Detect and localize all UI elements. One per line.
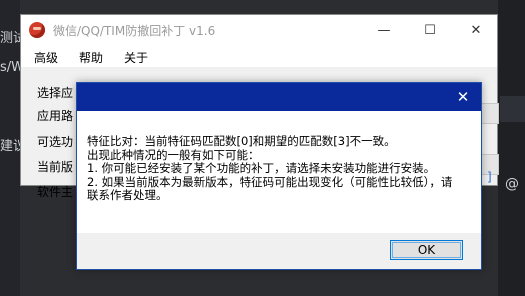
dialog-message: 特征比对：当前特征码匹配数[0]和期望的匹配数[3]不一致。 出现此种情况的一般… bbox=[87, 134, 453, 202]
app-logo-icon bbox=[29, 22, 45, 38]
maximize-button[interactable]: ☐ bbox=[407, 15, 453, 45]
row-label-current-version: 当前版 bbox=[37, 160, 74, 174]
row-label-optional-features: 可选功 bbox=[37, 135, 74, 149]
background-right-panel bbox=[500, 96, 525, 122]
background-text-3: 建议 bbox=[0, 139, 20, 154]
window-title: 微信/QQ/TIM防撤回补丁 v1.6 bbox=[53, 24, 216, 38]
close-button[interactable]: ✕ bbox=[453, 15, 499, 45]
row-label-homepage: 软件主 bbox=[37, 185, 74, 199]
menu-bar: 高级 帮助 关于 bbox=[21, 45, 497, 67]
title-bar: 微信/QQ/TIM防撤回补丁 v1.6 — ☐ ✕ bbox=[21, 15, 497, 45]
row-label-app-path: 应用路 bbox=[37, 109, 74, 123]
minimize-button[interactable]: — bbox=[361, 15, 407, 45]
dialog-title-bar: ✕ bbox=[77, 83, 481, 111]
dialog-body: 特征比对：当前特征码匹配数[0]和期望的匹配数[3]不一致。 出现此种情况的一般… bbox=[77, 111, 481, 235]
background-app-right bbox=[498, 0, 525, 296]
background-text-1: 测试 bbox=[0, 31, 20, 46]
row-label-select-app: 选择应 bbox=[37, 86, 74, 100]
message-dialog: ✕ 特征比对：当前特征码匹配数[0]和期望的匹配数[3]不一致。 出现此种情况的… bbox=[76, 82, 482, 270]
homepage-link-bracket[interactable]: ] bbox=[487, 170, 492, 184]
dialog-footer: OK bbox=[77, 233, 481, 269]
dialog-close-button[interactable]: ✕ bbox=[451, 85, 475, 109]
ok-button[interactable]: OK bbox=[390, 240, 463, 260]
menu-advanced[interactable]: 高级 bbox=[34, 49, 58, 66]
menu-about[interactable]: 关于 bbox=[124, 49, 148, 66]
menu-help[interactable]: 帮助 bbox=[79, 49, 103, 66]
background-text-2: s/W bbox=[0, 60, 20, 75]
background-at-glyph: @ bbox=[505, 176, 519, 192]
